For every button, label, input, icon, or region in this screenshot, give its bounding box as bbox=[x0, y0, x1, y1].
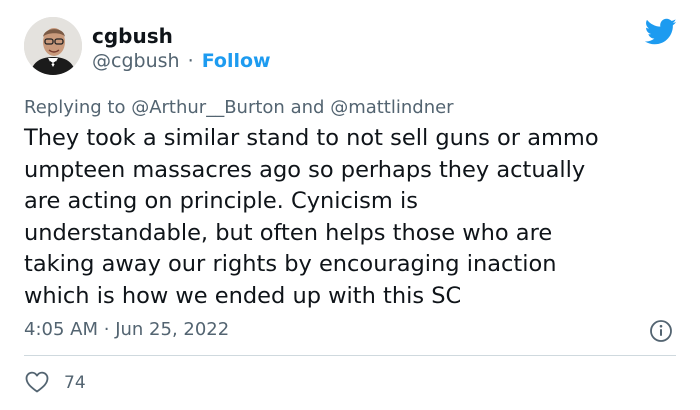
mention-link[interactable]: @mattlindner bbox=[330, 97, 453, 118]
replying-to-line: Replying to @Arthur__Burton and @mattlin… bbox=[24, 96, 454, 120]
tweet-text-line: are acting on principle. Cynicism is bbox=[24, 188, 418, 215]
author-handle[interactable]: @cgbush bbox=[92, 50, 180, 72]
handle-separator: · bbox=[187, 50, 194, 72]
info-icon[interactable] bbox=[649, 319, 673, 343]
tweet-text-line: which is how we ended up with this SC bbox=[24, 282, 462, 309]
heart-icon[interactable] bbox=[25, 371, 49, 393]
tweet-date: Jun 25, 2022 bbox=[115, 319, 230, 340]
tweet-text: They took a similar stand to not sell gu… bbox=[24, 123, 684, 313]
timestamp-separator: · bbox=[103, 319, 110, 340]
follow-button[interactable]: Follow bbox=[202, 50, 271, 72]
tweet-text-line: umpteen massacres ago so perhaps they ac… bbox=[24, 156, 586, 183]
replying-to-conjunction: and bbox=[290, 97, 325, 118]
author-handle-row: @cgbush · Follow bbox=[92, 49, 271, 73]
like-count: 74 bbox=[64, 373, 86, 393]
divider bbox=[24, 355, 676, 356]
replying-to-label: Replying to bbox=[24, 97, 126, 118]
tweet-timestamp[interactable]: 4:05 AM · Jun 25, 2022 bbox=[24, 318, 229, 342]
mention-link[interactable]: @Arthur__Burton bbox=[131, 97, 285, 118]
twitter-bird-icon[interactable] bbox=[645, 18, 677, 46]
tweet-text-line: understandable, but often helps those wh… bbox=[24, 219, 553, 246]
tweet-text-line: They took a similar stand to not sell gu… bbox=[24, 125, 599, 151]
tweet-time: 4:05 AM bbox=[24, 319, 98, 340]
avatar-photo bbox=[24, 17, 82, 75]
tweet-text-line: taking away our rights by encouraging in… bbox=[24, 251, 557, 278]
avatar[interactable] bbox=[24, 17, 82, 75]
author-display-name[interactable]: cgbush bbox=[92, 24, 173, 48]
